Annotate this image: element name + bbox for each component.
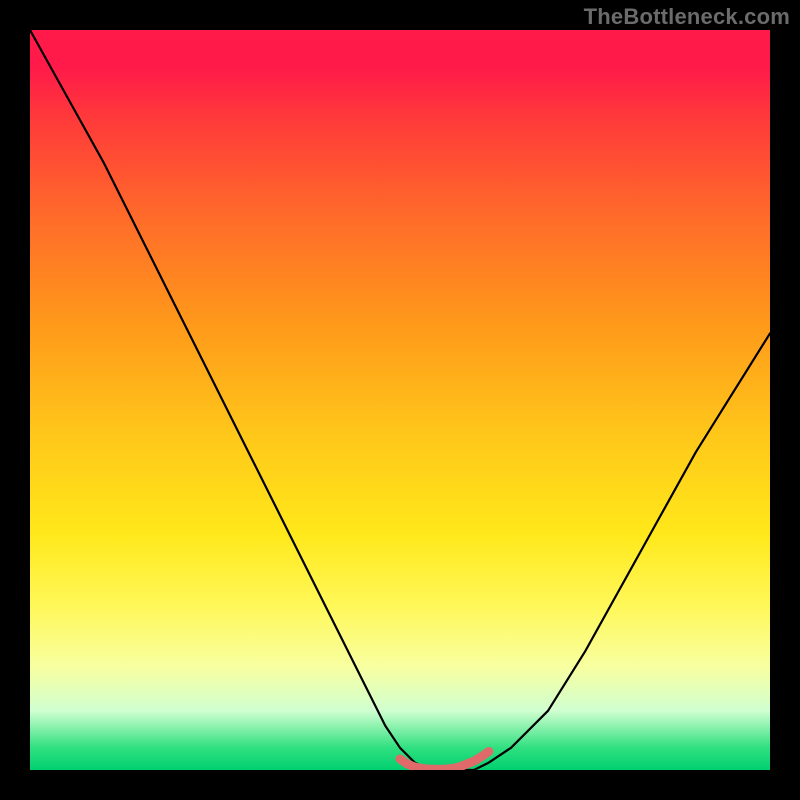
plot-gradient-background (30, 30, 770, 770)
chart-container: TheBottleneck.com (0, 0, 800, 800)
watermark-text: TheBottleneck.com (584, 4, 790, 30)
